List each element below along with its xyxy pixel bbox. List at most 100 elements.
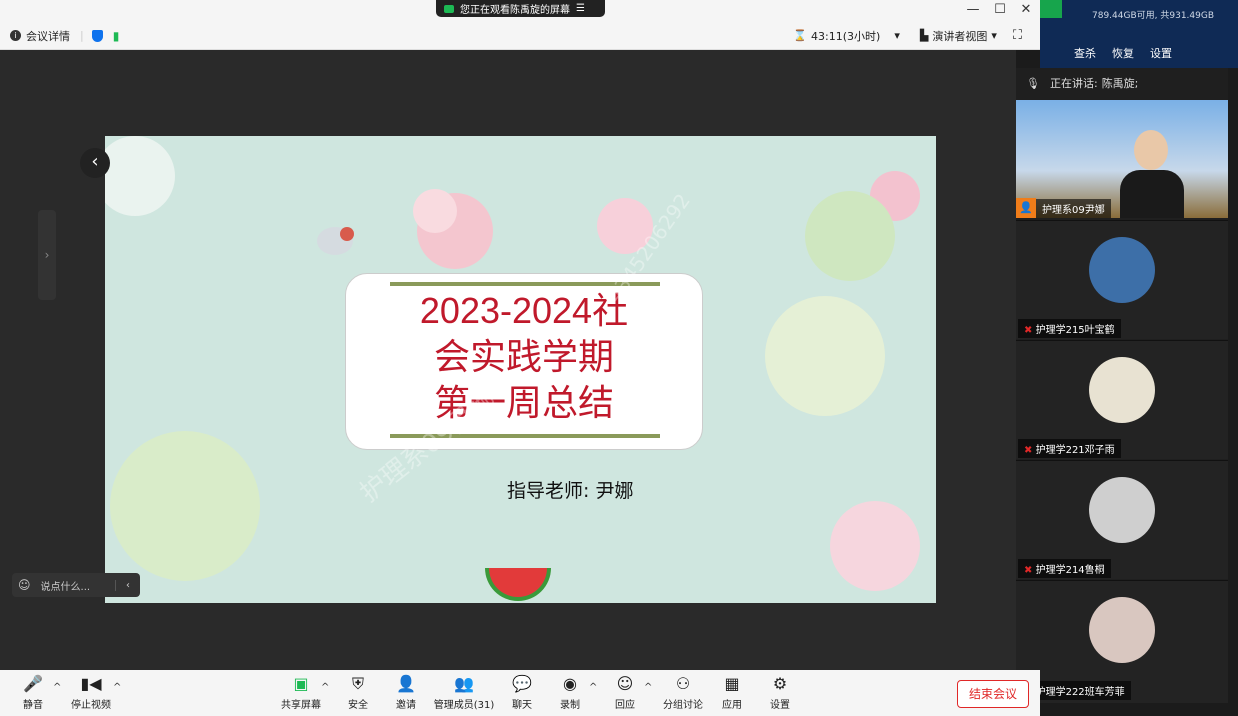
share-label: 共享屏幕 bbox=[281, 700, 321, 711]
chevron-up-icon[interactable]: ^ bbox=[644, 682, 652, 693]
emoji-icon[interactable]: ☺ bbox=[18, 578, 31, 592]
muted-mic-icon: ✖ bbox=[1024, 325, 1033, 336]
share-banner[interactable]: 您正在观看陈禹旋的屏幕 ☰ bbox=[436, 0, 605, 17]
members-label: 管理成员(31) bbox=[433, 700, 495, 711]
participant-name-text: 护理学214鲁桐 bbox=[1035, 565, 1105, 576]
breakout-button[interactable]: ⚇ 分组讨论 bbox=[658, 674, 708, 711]
speaking-prefix: 正在讲话: bbox=[1049, 77, 1098, 90]
participant-name-text: 护理学215叶宝鹤 bbox=[1035, 325, 1115, 336]
shield-icon: ⛨ bbox=[351, 674, 364, 693]
share-screen-button[interactable]: ▣ 共享屏幕 bbox=[276, 674, 326, 711]
close-button[interactable]: ✕ bbox=[1016, 2, 1036, 17]
security-app-icon bbox=[1040, 0, 1062, 18]
shield-icon[interactable] bbox=[91, 29, 103, 42]
collapse-chat-icon[interactable]: ‹ bbox=[115, 579, 140, 591]
chat-button[interactable]: 💬 聊天 bbox=[497, 674, 547, 711]
action-scan[interactable]: 查杀 bbox=[1074, 45, 1096, 61]
mute-button[interactable]: 🎤 静音 bbox=[8, 674, 58, 711]
screen-share-icon bbox=[444, 4, 454, 13]
video-tile[interactable]: ✖ 护理学221邓子雨 bbox=[1016, 340, 1228, 459]
invite-button[interactable]: 👤 邀请 bbox=[381, 674, 431, 711]
avatar bbox=[1089, 477, 1155, 543]
slide-title-line2: 会实践学期 bbox=[433, 336, 614, 377]
participant-name: ✖ 护理学221邓子雨 bbox=[1018, 439, 1121, 458]
signal-icon[interactable]: ▮ bbox=[113, 29, 120, 43]
bottom-toolbar: 🎤 静音 ^ ▮◀ 停止视频 ^ ▣ 共享屏幕 ^ ⛨ 安全 👤 邀请 👥 管理成员(31)… bbox=[0, 670, 1040, 716]
settings-button[interactable]: ⚙ 设置 bbox=[755, 674, 805, 711]
info-icon: i bbox=[10, 30, 21, 41]
video-tile[interactable]: ✖ 护理学215叶宝鹤 bbox=[1016, 220, 1228, 339]
participant-name-text: 护理学221邓子雨 bbox=[1035, 445, 1115, 456]
apps-icon: ▦ bbox=[724, 674, 740, 693]
record-button[interactable]: ◉ 录制 bbox=[545, 674, 595, 711]
end-meeting-button[interactable]: 结束会议 bbox=[957, 680, 1029, 708]
presentation-slide: 2023-2024社 会实践学期 第一周总结 指导老师: 尹娜 护理系09尹娜 … bbox=[105, 136, 936, 603]
speaking-name: 陈禹旋; bbox=[1101, 77, 1139, 90]
video-tile[interactable]: 👤 护理系09尹娜 bbox=[1016, 100, 1228, 218]
layout-icon: ▙ bbox=[919, 29, 929, 42]
mic-icon: 🎤 bbox=[23, 674, 43, 693]
maximize-button[interactable]: ☐ bbox=[990, 2, 1010, 17]
speaking-indicator: 🎙 正在讲话: 陈禹旋; bbox=[1016, 68, 1228, 98]
reaction-label: 回应 bbox=[615, 700, 635, 711]
menu-icon[interactable]: ☰ bbox=[576, 3, 585, 14]
chevron-up-icon[interactable]: ^ bbox=[589, 682, 597, 693]
chevron-up-icon[interactable]: ^ bbox=[321, 682, 329, 693]
stop-video-button[interactable]: ▮◀ 停止视频 bbox=[66, 674, 116, 711]
meeting-info-button[interactable]: 会议详情 bbox=[26, 28, 70, 44]
chat-icon: 💬 bbox=[512, 674, 532, 693]
reaction-button[interactable]: ☺ 回应 bbox=[600, 674, 650, 711]
reaction-icon: ☺ bbox=[616, 674, 634, 693]
apps-button[interactable]: ▦ 应用 bbox=[707, 674, 757, 711]
participant-name-text: 护理学222班车芳菲 bbox=[1035, 687, 1125, 698]
minimize-button[interactable]: — bbox=[963, 2, 983, 17]
stop-video-label: 停止视频 bbox=[71, 700, 111, 711]
muted-mic-icon: ✖ bbox=[1024, 445, 1033, 456]
record-icon: ◉ bbox=[563, 674, 577, 693]
participant-body bbox=[1120, 170, 1184, 218]
chat-placeholder: 说点什么... bbox=[40, 581, 91, 593]
watermelon-decoration bbox=[485, 568, 551, 601]
chat-input[interactable]: ☺ 说点什么... ‹ bbox=[12, 573, 140, 597]
video-tile[interactable]: ✖ 护理学222班车芳菲 bbox=[1016, 580, 1228, 703]
members-icon: 👥 bbox=[454, 674, 474, 693]
apps-label: 应用 bbox=[722, 700, 742, 711]
action-settings[interactable]: 设置 bbox=[1150, 45, 1172, 61]
hourglass-icon: ⌛ bbox=[793, 29, 808, 42]
mute-label: 静音 bbox=[23, 700, 43, 711]
meeting-toolbar: i 会议详情 | ▮ ⌛ 43:11(3小时) ▾ ▙ 演讲者视图 ▾ ⛶ bbox=[0, 22, 1040, 50]
record-label: 录制 bbox=[560, 700, 580, 711]
slide-teacher: 指导老师: 尹娜 bbox=[507, 480, 634, 502]
host-icon: 👤 bbox=[1016, 198, 1036, 218]
title-card: 2023-2024社 会实践学期 第一周总结 bbox=[345, 273, 703, 450]
chat-label: 聊天 bbox=[512, 700, 532, 711]
app-actions: 查杀 恢复 设置 bbox=[1074, 45, 1172, 61]
prev-slide-button[interactable]: ‹ bbox=[80, 148, 110, 178]
share-screen-icon: ▣ bbox=[293, 674, 309, 693]
presenter-view-button[interactable]: 演讲者视图 bbox=[932, 28, 987, 44]
gear-icon: ⚙ bbox=[772, 674, 788, 693]
avatar bbox=[1089, 357, 1155, 423]
chevron-up-icon[interactable]: ^ bbox=[53, 682, 61, 693]
security-button[interactable]: ⛨ 安全 bbox=[333, 674, 383, 711]
fullscreen-icon[interactable]: ⛶ bbox=[1013, 28, 1022, 43]
participant-name: ✖ 护理学215叶宝鹤 bbox=[1018, 319, 1121, 338]
breakout-icon: ⚇ bbox=[675, 674, 691, 693]
chevron-up-icon[interactable]: ^ bbox=[113, 682, 121, 693]
mic-icon: 🎙 bbox=[1026, 76, 1040, 90]
manage-members-button[interactable]: 👥 管理成员(31) bbox=[432, 674, 496, 711]
action-restore[interactable]: 恢复 bbox=[1112, 45, 1134, 61]
meeting-timer: 43:11(3小时) bbox=[811, 29, 881, 43]
participant-name: ✖ 护理学214鲁桐 bbox=[1018, 559, 1111, 578]
breakout-label: 分组讨论 bbox=[663, 700, 703, 711]
chevron-down-icon[interactable]: ▾ bbox=[991, 29, 997, 42]
video-tile[interactable]: ✖ 护理学214鲁桐 bbox=[1016, 460, 1228, 579]
security-label: 安全 bbox=[348, 700, 368, 711]
settings-label: 设置 bbox=[770, 700, 790, 711]
disk-info: 789.44GB可用, 共931.49GB bbox=[1092, 11, 1215, 21]
share-banner-text: 您正在观看陈禹旋的屏幕 bbox=[460, 5, 570, 16]
video-icon: ▮◀ bbox=[80, 674, 102, 693]
background-app-panel: 789.44GB可用, 共931.49GB 查杀 恢复 设置 bbox=[1040, 0, 1238, 68]
chevron-down-icon[interactable]: ▾ bbox=[894, 29, 900, 42]
side-collapse-handle[interactable]: › bbox=[38, 210, 56, 300]
